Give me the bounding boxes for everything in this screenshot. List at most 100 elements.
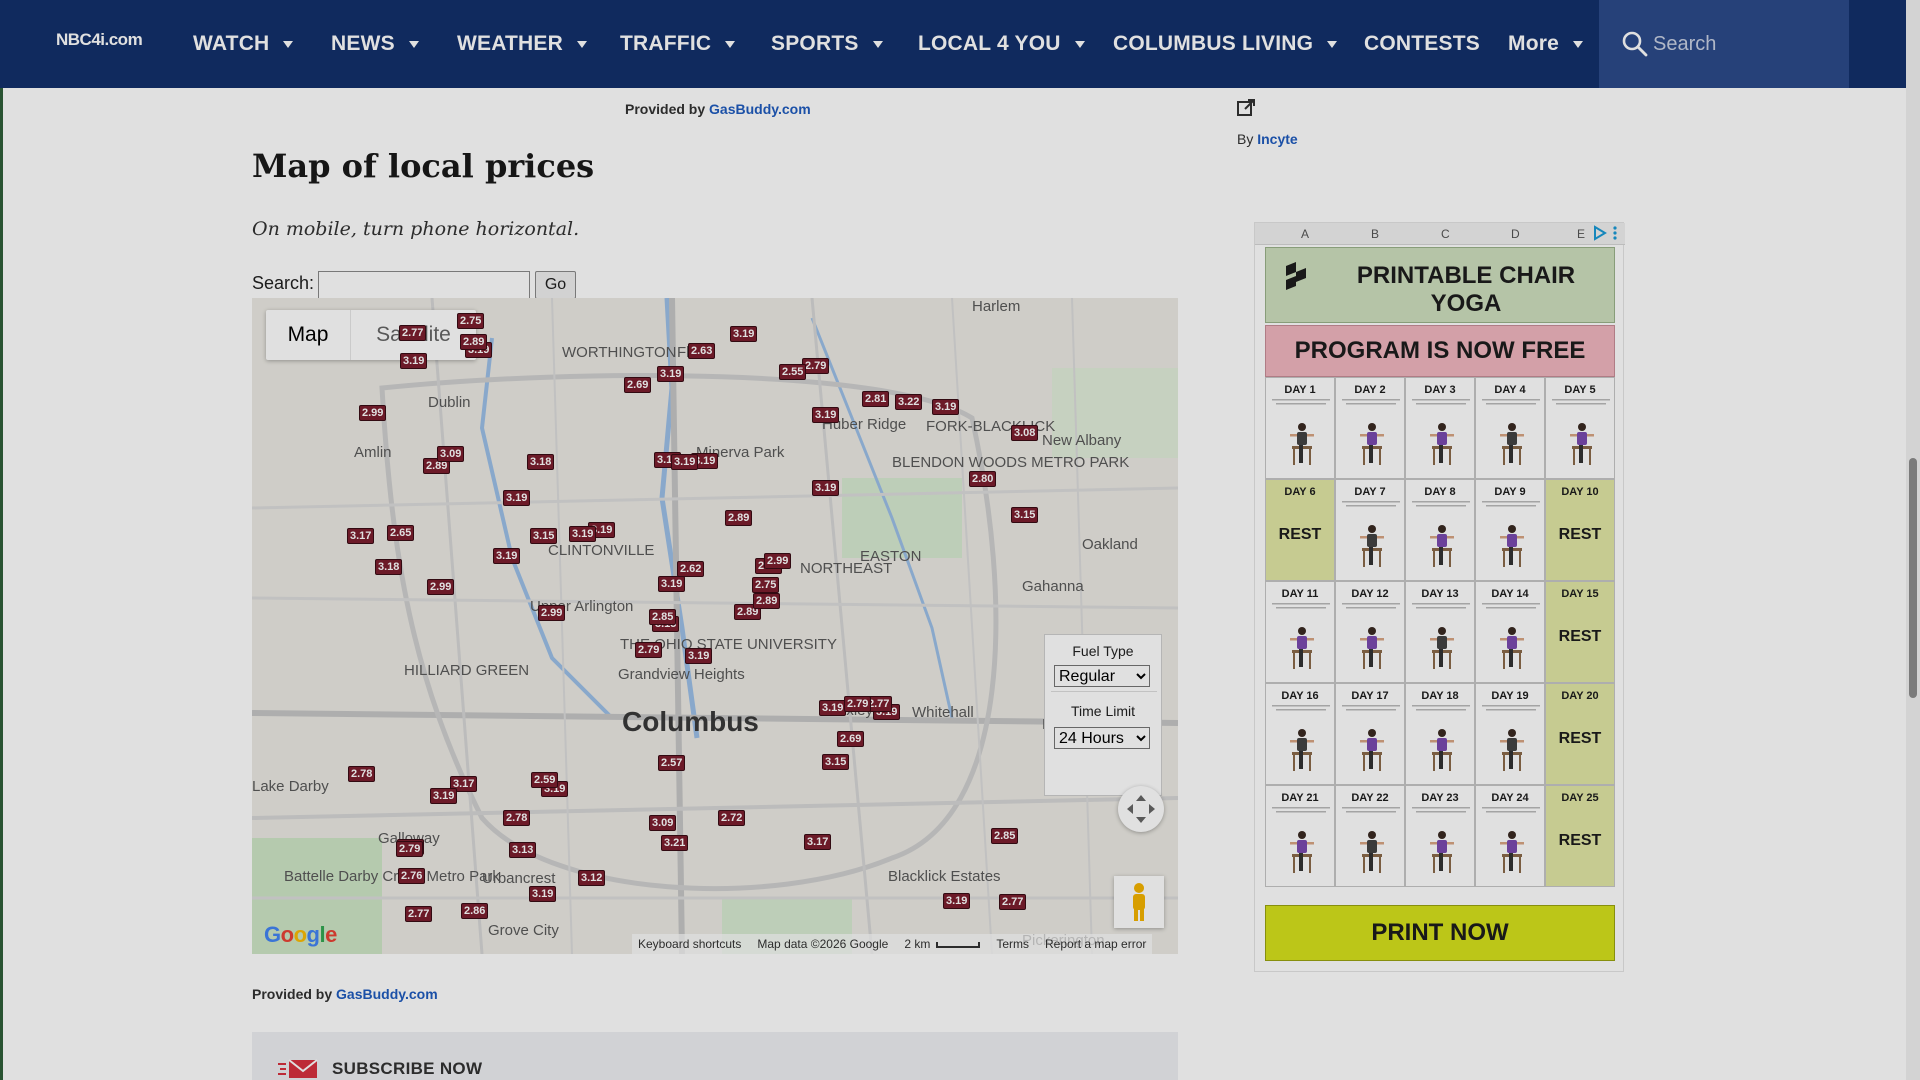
gas-price-marker[interactable]: 3.19 [493,548,521,564]
map-scale[interactable]: 2 km [904,937,981,951]
gas-price-marker[interactable]: 2.55 [779,364,807,380]
gas-price-marker[interactable]: 2.78 [348,766,376,782]
gas-price-marker[interactable]: 3.19 [430,788,458,804]
gas-price-marker[interactable]: 2.79 [802,358,830,374]
gas-price-marker[interactable]: 3.08 [1011,425,1039,441]
gas-price-marker[interactable]: 2.59 [531,772,559,788]
gas-price-marker[interactable]: 2.78 [503,810,531,826]
camera-control-button[interactable] [1118,786,1164,832]
gas-price-marker[interactable]: 2.81 [862,391,890,407]
gas-price-marker[interactable]: 3.19 [657,366,685,382]
gas-price-marker[interactable]: 2.99 [764,553,792,569]
gas-price-marker[interactable]: 3.19 [658,576,686,592]
gas-price-marker[interactable]: 2.77 [399,325,427,341]
gas-price-marker[interactable]: 3.15 [1011,507,1039,523]
page-scrollbar[interactable] [1906,0,1920,1080]
search-input[interactable] [1653,28,1833,60]
subscribe-banner[interactable]: SUBSCRIBE NOW [252,1032,1178,1080]
gasbuddy-link[interactable]: GasBuddy.com [709,101,811,117]
gas-price-marker[interactable]: 3.09 [437,446,465,462]
print-now-button[interactable]: PRINT NOW [1265,905,1615,961]
gas-price-marker[interactable]: 3.15 [530,528,558,544]
map-type-map-button[interactable]: Map [266,310,350,360]
nav-item-columbus-living[interactable]: COLUMBUS LIVING [1113,0,1338,88]
nav-search[interactable] [1599,0,1849,88]
time-limit-select[interactable]: 24 Hours [1054,727,1150,749]
external-link-icon[interactable] [1236,98,1256,118]
gas-price-marker[interactable]: 3.19 [812,407,840,423]
gas-price-marker[interactable]: 3.22 [895,394,923,410]
street-view-pegman[interactable] [1114,876,1164,928]
gas-price-marker[interactable]: 2.85 [991,828,1019,844]
gas-price-marker[interactable]: 2.85 [649,609,677,625]
fuel-type-select[interactable]: Regular [1054,665,1150,687]
chair-yoga-ad[interactable]: A B C D E PRINTABLE CHAIR YOGA PROGRAM IS NO… [1254,222,1625,972]
gas-price-marker[interactable]: 3.19 [819,700,847,716]
gas-price-marker[interactable]: 2.63 [688,343,716,359]
go-button[interactable]: Go [535,271,576,299]
gas-price-marker[interactable]: 2.69 [624,377,652,393]
gas-price-marker[interactable]: 2.99 [359,405,387,421]
nav-item-news[interactable]: NEWS [331,0,419,88]
gas-price-marker[interactable]: 3.13 [509,842,537,858]
nav-item-traffic[interactable]: TRAFFIC [620,0,736,88]
gas-price-marker[interactable]: 2.99 [538,605,566,621]
gas-price-marker[interactable]: 3.19 [730,326,758,342]
scrollbar-thumb[interactable] [1909,458,1917,698]
gas-price-marker[interactable]: 3.09 [649,815,677,831]
gas-price-marker[interactable]: 2.57 [658,755,686,771]
gas-price-marker[interactable]: 2.76 [398,868,426,884]
gas-price-marker[interactable]: 3.12 [578,870,606,886]
search-icon[interactable] [1621,30,1649,58]
keyboard-shortcuts-link[interactable]: Keyboard shortcuts [638,937,741,951]
nav-item-more[interactable]: More [1508,0,1583,88]
gas-price-marker[interactable]: 3.19 [529,886,557,902]
envelope-icon [278,1059,318,1078]
gas-price-marker[interactable]: 3.17 [804,834,832,850]
gas-price-marker[interactable]: 2.99 [427,579,455,595]
gas-price-marker[interactable]: 2.75 [752,577,780,593]
nav-item-weather[interactable]: WEATHER [457,0,588,88]
gasbuddy-link[interactable]: GasBuddy.com [336,986,438,1002]
nav-item-local-4-you[interactable]: LOCAL 4 YOU [918,0,1085,88]
gas-price-marker[interactable]: 3.19 [685,648,713,664]
gas-price-marker[interactable]: 2.77 [999,894,1027,910]
gas-price-marker[interactable]: 3.17 [347,528,375,544]
gas-price-marker[interactable]: 2.75 [457,313,485,329]
gas-price-marker[interactable]: 3.18 [375,559,403,575]
gas-price-marker[interactable]: 3.19 [671,454,699,470]
gas-price-marker[interactable]: 2.89 [460,334,488,350]
gas-price-marker[interactable]: 2.79 [635,642,663,658]
gas-price-marker[interactable]: 2.65 [387,525,415,541]
gas-price-marker[interactable]: 3.15 [822,754,850,770]
site-logo[interactable]: NBC4i.com [56,26,156,56]
ad-choices-icon[interactable] [1589,225,1621,241]
gas-price-marker[interactable]: 2.86 [461,903,489,919]
gas-price-map[interactable]: Map Satellite HarlemWORTHINGTONFlintDubl… [252,298,1178,954]
gas-price-marker[interactable]: 2.77 [405,906,433,922]
gas-price-marker[interactable]: 2.80 [969,471,997,487]
map-search-input[interactable] [318,271,530,299]
gas-price-marker[interactable]: 3.19 [812,480,840,496]
incyte-link[interactable]: Incyte [1257,131,1297,147]
nav-item-contests[interactable]: CONTESTS [1364,0,1480,88]
gas-price-marker[interactable]: 2.62 [677,561,705,577]
nav-item-watch[interactable]: WATCH [193,0,294,88]
gas-price-marker[interactable]: 3.19 [503,490,531,506]
gas-price-marker[interactable]: 3.18 [527,454,555,470]
terms-link[interactable]: Terms [996,937,1029,951]
report-error-link[interactable]: Report a map error [1045,937,1146,951]
gas-price-marker[interactable]: 3.19 [569,526,597,542]
gas-price-marker[interactable]: 3.19 [400,353,428,369]
gas-price-marker[interactable]: 2.79 [396,841,424,857]
nav-item-sports[interactable]: SPORTS [771,0,883,88]
gas-price-marker[interactable]: 3.19 [943,893,971,909]
gas-price-marker[interactable]: 3.21 [661,835,689,851]
gas-price-marker[interactable]: 2.79 [844,696,872,712]
gas-price-marker[interactable]: 2.69 [837,731,865,747]
gas-price-marker[interactable]: 2.72 [718,810,746,826]
gas-price-marker[interactable]: 3.19 [932,399,960,415]
day-label: DAY 16 [1281,690,1319,702]
gas-price-marker[interactable]: 2.89 [753,593,781,609]
gas-price-marker[interactable]: 2.89 [725,510,753,526]
